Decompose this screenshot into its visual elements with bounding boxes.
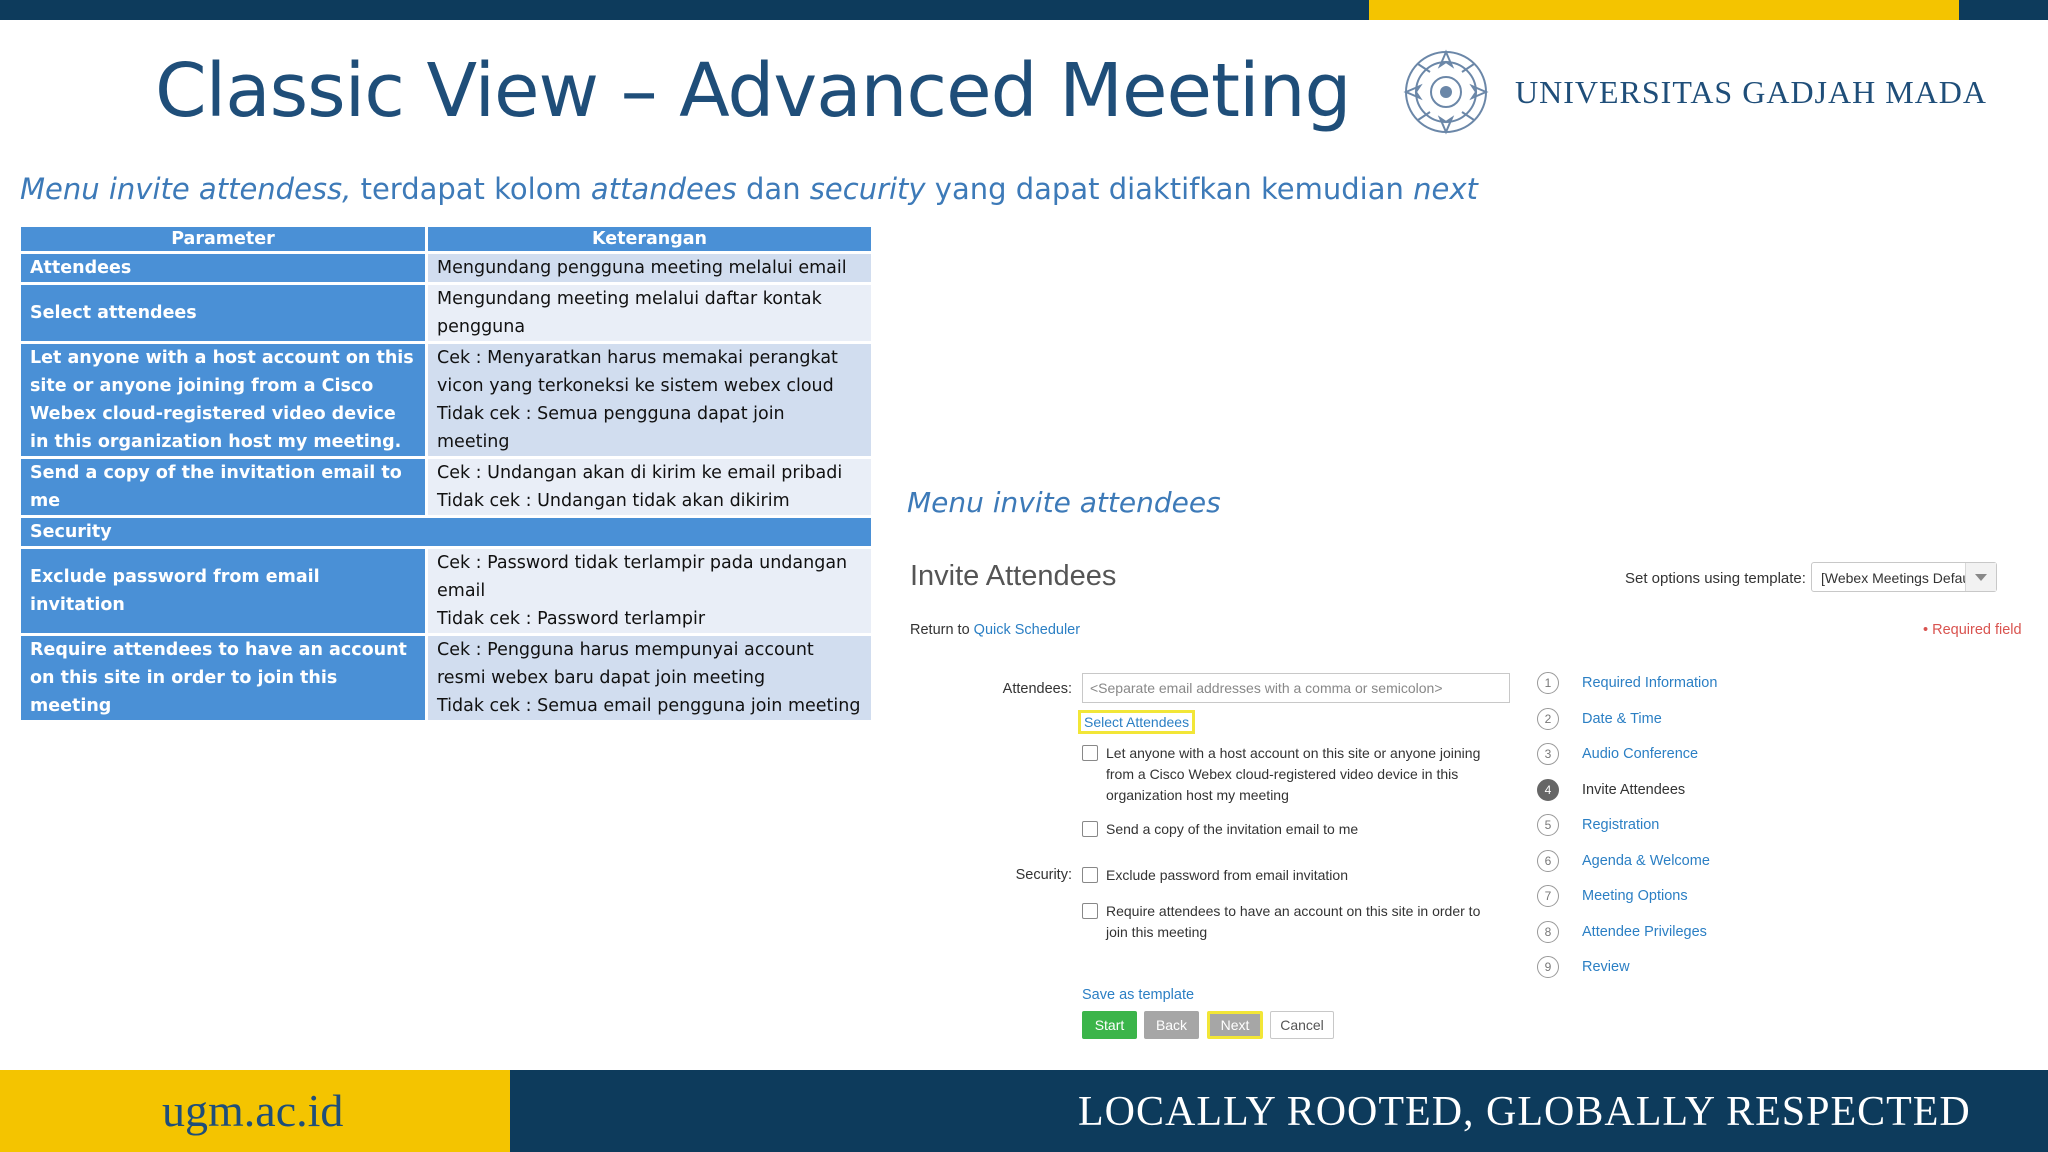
- table-row: Send a copy of the invitation email to m…: [18, 456, 874, 518]
- require-account-label: Require attendees to have an account on …: [1106, 903, 1481, 940]
- desc-cell: Mengundang meeting melalui daftar kontak…: [425, 282, 874, 344]
- host-checkbox-label: Let anyone with a host account on this s…: [1106, 745, 1481, 803]
- exclude-password-checkbox[interactable]: [1082, 867, 1098, 883]
- param-cell: Let anyone with a host account on this s…: [18, 341, 428, 459]
- ugm-logo-icon: [1403, 49, 1489, 135]
- slide-title: Classic View – Advanced Meeting: [155, 48, 1351, 134]
- step-audio-conference[interactable]: 3 Audio Conference: [1537, 743, 1837, 769]
- param-cell: Exclude password from email invitation: [18, 546, 428, 636]
- table-row: Require attendees to have an account on …: [18, 633, 874, 723]
- desc-cell: Cek : Menyaratkan harus memakai perangka…: [425, 341, 874, 459]
- start-button[interactable]: Start: [1082, 1011, 1137, 1039]
- webex-invite-attendees-panel: Invite Attendees Set options using templ…: [905, 550, 2045, 1060]
- required-field-note: • Required field: [1923, 622, 2022, 638]
- exclude-password-label: Exclude password from email invitation: [1106, 867, 1348, 883]
- select-attendees-link[interactable]: Select Attendees: [1078, 710, 1196, 734]
- step-review[interactable]: 9 Review: [1537, 956, 1837, 982]
- param-cell: Require attendees to have an account on …: [18, 633, 428, 723]
- template-select[interactable]: [Webex Meetings Default]: [1811, 562, 1997, 592]
- menu-invite-label: Menu invite attendees: [907, 486, 1221, 519]
- table-row: Exclude password from email invitation C…: [18, 546, 874, 636]
- desc-cell: Cek : Undangan akan di kirim ke email pr…: [425, 456, 874, 518]
- step-date-time[interactable]: 2 Date & Time: [1537, 707, 1837, 734]
- step-registration[interactable]: 5 Registration: [1537, 814, 1837, 840]
- top-bar: [0, 0, 2048, 20]
- next-button[interactable]: Next: [1207, 1011, 1263, 1039]
- slide-subtitle: Menu invite attendess, terdapat kolom at…: [20, 172, 1478, 206]
- param-cell: Send a copy of the invitation email to m…: [18, 456, 428, 518]
- param-cell: Attendees: [18, 251, 428, 285]
- table-header-parameter: Parameter: [18, 224, 428, 254]
- section-security: Security: [18, 515, 874, 549]
- step-invite-attendees: 4 Invite Attendees: [1537, 778, 1837, 805]
- table-row: Attendees Mengundang pengguna meeting me…: [18, 251, 874, 285]
- parameter-table: Parameter Keterangan Attendees Mengundan…: [18, 224, 874, 723]
- require-account-checkbox[interactable]: [1082, 903, 1098, 919]
- copy-invitation-label: Send a copy of the invitation email to m…: [1106, 821, 1359, 837]
- footer-bar: ugm.ac.id LOCALLY ROOTED, GLOBALLY RESPE…: [0, 1070, 2048, 1152]
- template-select-value: [Webex Meetings Default]: [1821, 570, 1982, 586]
- desc-cell: Cek : Pengguna harus mempunyai account r…: [425, 633, 874, 723]
- step-agenda-welcome[interactable]: 6 Agenda & Welcome: [1537, 849, 1837, 876]
- university-name: UNIVERSITAS GADJAH MADA: [1515, 74, 1987, 110]
- chevron-down-icon[interactable]: [1965, 563, 1996, 591]
- attendees-label: Attendees:: [1002, 681, 1072, 697]
- save-as-template-link[interactable]: Save as template: [1082, 987, 1194, 1003]
- desc-cell: Mengundang pengguna meeting melalui emai…: [425, 251, 874, 285]
- quick-scheduler-link[interactable]: Quick Scheduler: [974, 622, 1080, 638]
- table-row: Let anyone with a host account on this s…: [18, 341, 874, 459]
- step-attendee-privileges[interactable]: 8 Attendee Privileges: [1537, 920, 1837, 947]
- param-cell: Select attendees: [18, 282, 428, 344]
- footer-site: ugm.ac.id: [162, 1085, 344, 1136]
- security-label: Security:: [1015, 867, 1072, 883]
- footer-slogan: LOCALLY ROOTED, GLOBALLY RESPECTED: [1078, 1089, 1971, 1135]
- step-required-information[interactable]: 1 Required Information: [1537, 672, 1837, 698]
- top-bar-accent: [1369, 0, 1959, 20]
- table-header-keterangan: Keterangan: [425, 224, 874, 254]
- cancel-button[interactable]: Cancel: [1270, 1011, 1334, 1039]
- back-button[interactable]: Back: [1144, 1011, 1199, 1039]
- panel-title: Invite Attendees: [910, 560, 1117, 592]
- copy-invitation-checkbox[interactable]: [1082, 821, 1098, 837]
- return-text: Return to Quick Scheduler: [910, 622, 1081, 638]
- template-label: Set options using template:: [1625, 570, 1806, 587]
- table-section-row: Security: [18, 515, 874, 549]
- table-row: Select attendees Mengundang meeting mela…: [18, 282, 874, 344]
- host-checkbox[interactable]: [1082, 745, 1098, 761]
- desc-cell: Cek : Password tidak terlampir pada unda…: [425, 546, 874, 636]
- step-meeting-options[interactable]: 7 Meeting Options: [1537, 885, 1837, 911]
- attendees-input[interactable]: <Separate email addresses with a comma o…: [1082, 673, 1510, 703]
